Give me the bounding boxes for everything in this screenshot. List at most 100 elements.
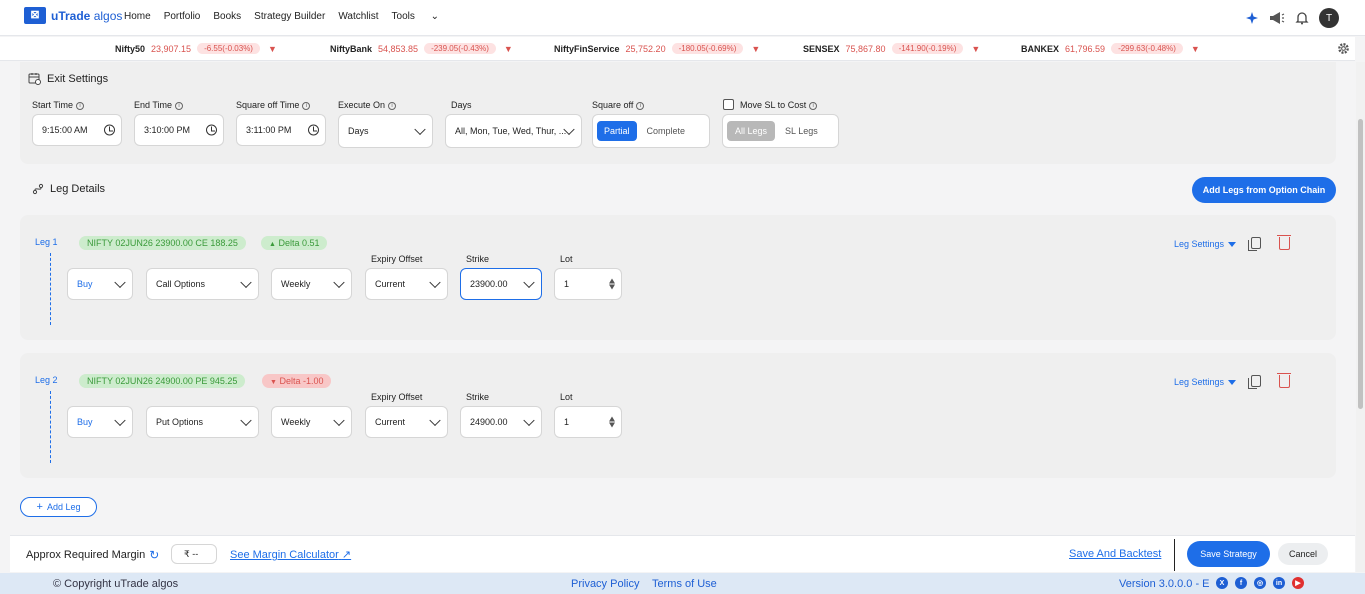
days-select[interactable]: All, Mon, Tue, Wed, Thur, ...	[445, 114, 582, 148]
margin-label-text: Approx Required Margin	[26, 549, 146, 561]
info-icon[interactable]: i	[175, 101, 184, 110]
days-value: All, Mon, Tue, Wed, Thur, ...	[455, 126, 567, 136]
bottom-bar: © Copyright uTrade algos Privacy Policy …	[0, 573, 1365, 594]
side-select[interactable]: Buy	[67, 406, 133, 438]
menu-tools[interactable]: Tools ⌄	[392, 11, 453, 22]
expiry-select[interactable]: Weekly	[271, 406, 352, 438]
sl-sl-legs[interactable]: SL Legs	[781, 121, 822, 141]
sl-all-legs[interactable]: All Legs	[727, 121, 776, 141]
start-time-value: 9:15:00 AM	[42, 125, 88, 135]
ticker-item[interactable]: Nifty50 23,907.15 -6.55(-0.03%) ▼	[115, 43, 277, 54]
info-icon[interactable]: i	[809, 101, 818, 110]
expiry-offset-select[interactable]: Current	[365, 268, 448, 300]
menu-home[interactable]: Home	[124, 11, 151, 22]
stepper-arrows-icon[interactable]	[609, 278, 615, 290]
copy-icon[interactable]	[1248, 375, 1261, 389]
cancel-button[interactable]: Cancel	[1278, 543, 1328, 565]
clock-icon[interactable]	[206, 124, 217, 136]
trash-icon[interactable]	[1277, 373, 1291, 388]
start-time-input[interactable]: 9:15:00 AM	[32, 114, 122, 146]
menu-watchlist[interactable]: Watchlist	[338, 11, 378, 22]
side-select[interactable]: Buy	[67, 268, 133, 300]
ticker-name: BANKEX	[1021, 43, 1060, 54]
lot-label: Lot	[560, 392, 573, 402]
bell-icon[interactable]	[1294, 10, 1310, 26]
days-label: Days	[451, 100, 472, 110]
terms-link[interactable]: Terms of Use	[652, 578, 717, 590]
margin-calculator-link[interactable]: See Margin Calculator ↗	[230, 548, 351, 561]
exit-settings-title: Exit Settings	[28, 72, 108, 85]
leg-card: Leg 2 NIFTY 02JUN26 24900.00 PE 945.25 ▼…	[20, 353, 1336, 478]
calendar-clock-icon	[28, 73, 41, 85]
instagram-icon[interactable]: ◎	[1254, 577, 1266, 589]
expiry-select[interactable]: Weekly	[271, 268, 352, 300]
info-icon[interactable]: i	[76, 101, 85, 110]
lot-stepper[interactable]: 1	[554, 268, 622, 300]
info-icon[interactable]: i	[636, 101, 645, 110]
option-type-value: Put Options	[156, 417, 204, 427]
gear-icon[interactable]	[1337, 42, 1351, 56]
scrollbar[interactable]	[1356, 62, 1365, 572]
route-icon	[32, 183, 44, 195]
trash-icon[interactable]	[1277, 235, 1291, 250]
square-off-time-label: Square off Time i	[236, 100, 311, 110]
logo[interactable]: ⊠ uTrade algos	[24, 7, 122, 24]
ticker-item[interactable]: SENSEX 75,867.80 -141.90(-0.19%) ▼	[803, 43, 980, 54]
menu-strategy-builder[interactable]: Strategy Builder	[254, 11, 325, 22]
instrument-tag: NIFTY 02JUN26 23900.00 CE 188.25	[79, 236, 246, 250]
execute-on-label-text: Execute On	[338, 100, 386, 110]
delta-value: Delta -1.00	[279, 376, 324, 386]
add-legs-option-chain-button[interactable]: Add Legs from Option Chain	[1192, 177, 1336, 203]
ticker-item[interactable]: NiftyFinService 25,752.20 -180.05(-0.69%) ▼	[554, 43, 760, 54]
expiry-offset-select[interactable]: Current	[365, 406, 448, 438]
copy-icon[interactable]	[1248, 237, 1261, 251]
chevron-down-icon: ⌄	[430, 11, 440, 22]
ticker-name: SENSEX	[803, 43, 840, 54]
strike-select[interactable]: 23900.00	[460, 268, 542, 300]
square-off-time-label-text: Square off Time	[236, 100, 300, 110]
logo-text-suffix: algos	[90, 8, 123, 23]
move-sl-checkbox[interactable]	[723, 99, 734, 110]
info-icon[interactable]: i	[302, 101, 311, 110]
info-icon[interactable]: i	[388, 101, 397, 110]
end-time-input[interactable]: 3:10:00 PM	[134, 114, 224, 146]
strike-value: 23900.00	[470, 279, 508, 289]
refresh-icon[interactable]: ↻	[149, 548, 159, 562]
facebook-icon[interactable]: f	[1235, 577, 1247, 589]
scrollbar-thumb[interactable]	[1358, 119, 1363, 409]
privacy-link[interactable]: Privacy Policy	[571, 578, 639, 590]
linkedin-icon[interactable]: in	[1273, 577, 1285, 589]
strike-value: 24900.00	[470, 417, 508, 427]
margin-calculator-label: See Margin Calculator	[230, 549, 339, 561]
stepper-arrows-icon[interactable]	[609, 416, 615, 428]
avatar[interactable]: T	[1319, 8, 1339, 28]
option-type-select[interactable]: Put Options	[146, 406, 259, 438]
square-off-time-value: 3:11:00 PM	[246, 125, 292, 135]
leg-settings-button[interactable]: Leg Settings	[1174, 377, 1236, 387]
add-leg-button[interactable]: + Add Leg	[20, 497, 97, 517]
square-off-partial[interactable]: Partial	[597, 121, 637, 141]
option-type-select[interactable]: Call Options	[146, 268, 259, 300]
ticker-item[interactable]: NiftyBank 54,853.85 -239.05(-0.43%) ▼	[330, 43, 513, 54]
save-backtest-link[interactable]: Save And Backtest	[1069, 548, 1161, 560]
menu-books[interactable]: Books	[213, 11, 241, 22]
menu-portfolio[interactable]: Portfolio	[164, 11, 201, 22]
divider	[1174, 539, 1175, 571]
clock-icon[interactable]	[308, 124, 319, 136]
start-time-label-text: Start Time	[32, 100, 74, 110]
leg-settings-button[interactable]: Leg Settings	[1174, 239, 1236, 249]
clock-icon[interactable]	[104, 124, 115, 136]
save-strategy-button[interactable]: Save Strategy	[1187, 541, 1270, 567]
execute-on-select[interactable]: Days	[338, 114, 433, 148]
caret-down-icon: ▼	[267, 43, 277, 54]
youtube-icon[interactable]: ▶	[1292, 577, 1304, 589]
megaphone-icon[interactable]	[1269, 10, 1285, 26]
lot-stepper[interactable]: 1	[554, 406, 622, 438]
square-off-label-text: Square off	[592, 100, 634, 110]
ticker-item[interactable]: BANKEX 61,796.59 -299.63(-0.48%) ▼	[1021, 43, 1200, 54]
square-off-time-input[interactable]: 3:11:00 PM	[236, 114, 326, 146]
sparkle-icon[interactable]	[1244, 10, 1260, 26]
strike-select[interactable]: 24900.00	[460, 406, 542, 438]
x-icon[interactable]: X	[1216, 577, 1228, 589]
square-off-complete[interactable]: Complete	[643, 121, 690, 141]
